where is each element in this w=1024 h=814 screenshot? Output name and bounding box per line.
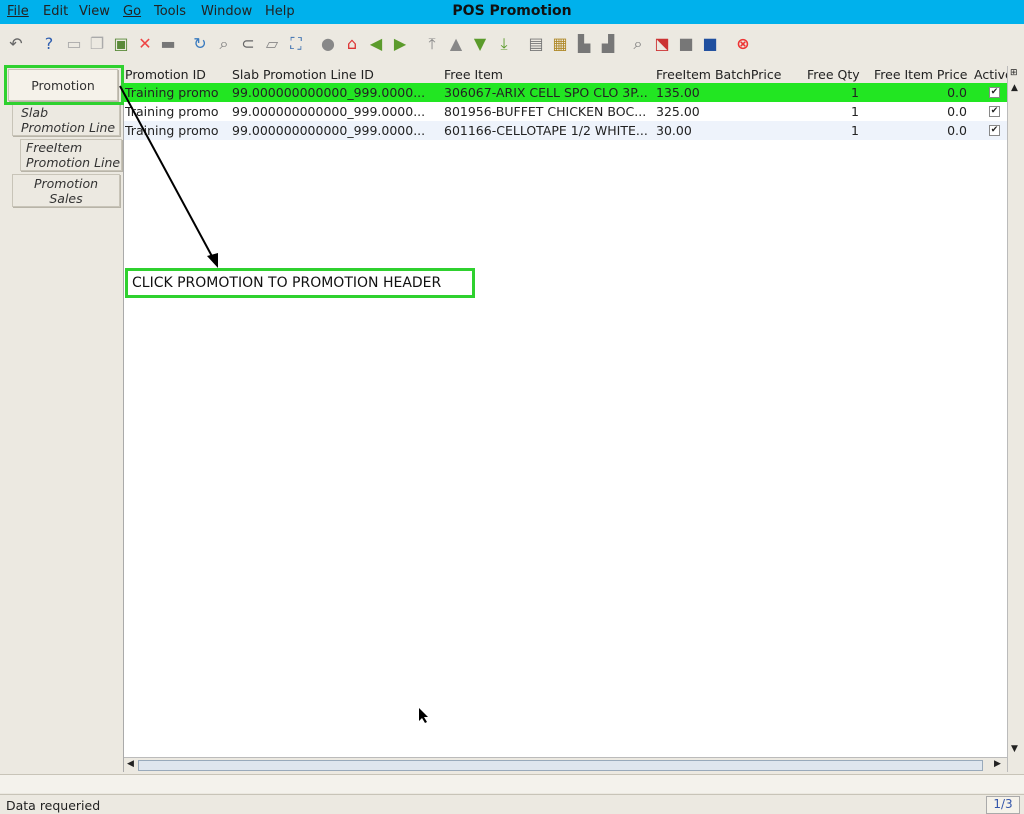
annotation-arrow	[119, 85, 218, 268]
status-bar: Data requeried 1/3	[0, 794, 1024, 814]
record-counter[interactable]: 1/3	[986, 796, 1020, 814]
status-message: Data requeried	[6, 798, 101, 813]
mouse-cursor-icon	[419, 708, 428, 723]
annotation-label: CLICK PROMOTION TO PROMOTION HEADER	[125, 268, 475, 298]
footer-separator	[0, 774, 1024, 793]
